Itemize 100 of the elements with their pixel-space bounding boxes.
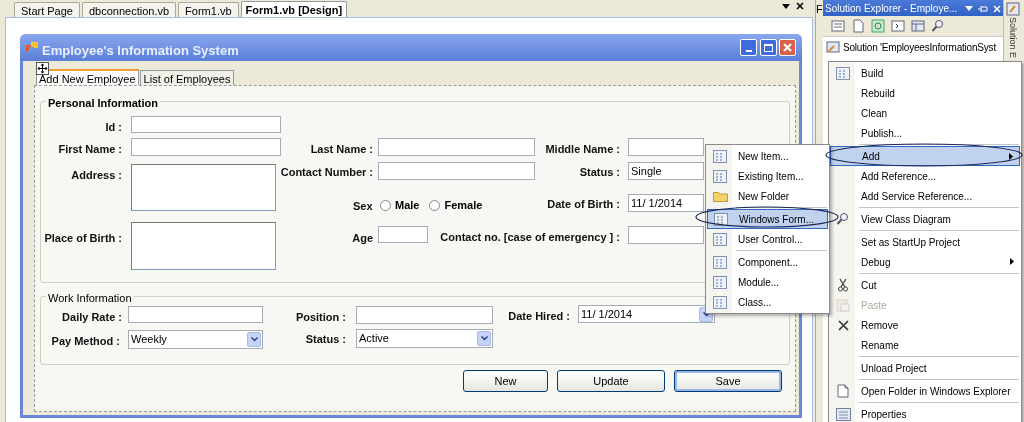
menu-item[interactable]: User Control... xyxy=(707,229,828,249)
folder-icon xyxy=(712,190,728,202)
field-label: First Name : xyxy=(58,142,122,157)
date-picker[interactable]: 11/ 1/2014 xyxy=(578,305,715,323)
field-label: Contact no. [case of emergency ] : xyxy=(440,230,620,245)
form-button[interactable]: Update xyxy=(557,370,665,392)
text-area[interactable] xyxy=(131,222,276,270)
menu-item[interactable]: Unload Project xyxy=(830,358,1020,378)
input-field[interactable] xyxy=(378,226,428,243)
maximize-button[interactable] xyxy=(760,39,777,56)
document-icon xyxy=(837,384,849,398)
grid-icon xyxy=(836,66,850,80)
close-icon[interactable] xyxy=(796,2,804,10)
app-icon xyxy=(26,42,38,53)
minimize-button[interactable] xyxy=(740,39,757,56)
input-field[interactable] xyxy=(378,138,535,156)
scissors-icon xyxy=(837,278,849,292)
menu-item[interactable]: Add Reference... xyxy=(830,166,1020,186)
radio-button[interactable] xyxy=(380,199,391,211)
field-label: Place of Birth : xyxy=(44,231,122,246)
input-field[interactable] xyxy=(131,116,281,133)
side-tab[interactable]: Solution E xyxy=(1007,17,1018,59)
menu-item[interactable]: Clean xyxy=(830,103,1020,123)
grid-icon xyxy=(713,295,727,309)
submenu-arrow-icon xyxy=(1010,258,1014,265)
menu-item[interactable]: New Folder xyxy=(707,186,828,206)
editor-tab[interactable]: Form1.vb [Design] xyxy=(240,1,348,17)
grid-icon xyxy=(713,169,727,183)
move-handle-icon[interactable] xyxy=(36,62,49,75)
menu-item[interactable]: Module... xyxy=(707,272,828,292)
input-field[interactable] xyxy=(131,138,281,156)
menu-item[interactable]: Existing Item... xyxy=(707,166,828,186)
menu-item[interactable]: New Item... xyxy=(707,146,828,166)
editor-tab[interactable]: Start Page xyxy=(14,2,80,17)
grid-icon xyxy=(713,149,727,163)
menu-item[interactable]: Rebuild xyxy=(830,83,1020,103)
side-tab[interactable]: F xyxy=(816,1,823,18)
cross-icon xyxy=(837,319,849,331)
menu-item[interactable]: Remove xyxy=(830,315,1020,335)
menu-item[interactable]: Properties xyxy=(830,404,1020,422)
field-label: Daily Rate : xyxy=(62,310,122,325)
clipboard-icon xyxy=(836,298,850,312)
field-label: Id : xyxy=(105,120,122,135)
menu-item[interactable]: Set as StartUp Project xyxy=(830,232,1020,252)
form-tab[interactable]: List of Employees xyxy=(139,70,235,85)
properties-icon xyxy=(835,407,851,421)
designer-icon[interactable] xyxy=(911,19,925,33)
radio-button[interactable] xyxy=(429,199,441,211)
menu-item[interactable]: Rename xyxy=(830,335,1020,355)
grid-icon xyxy=(714,212,728,226)
menu-item[interactable]: Build xyxy=(830,63,1020,83)
refresh-icon[interactable] xyxy=(871,19,885,33)
menu-item[interactable]: Cut xyxy=(830,275,1020,295)
code-icon[interactable] xyxy=(891,19,905,33)
menu-item[interactable]: Component... xyxy=(707,252,828,272)
menu-item[interactable]: Add xyxy=(830,146,1020,166)
window-title: Employee's Information System xyxy=(42,42,239,60)
dropdown-field[interactable]: Single xyxy=(628,162,704,180)
submenu-arrow-icon xyxy=(1009,153,1013,160)
magnifier-icon[interactable] xyxy=(931,19,945,33)
input-field[interactable] xyxy=(356,306,493,324)
form-button[interactable]: New xyxy=(463,370,548,392)
grid-icon xyxy=(713,275,727,289)
menu-item[interactable]: Debug xyxy=(830,252,1020,272)
properties-icon[interactable] xyxy=(831,19,845,33)
menu-item[interactable]: View Class Diagram xyxy=(830,209,1020,229)
field-value: Single xyxy=(631,163,662,179)
field-value: 11/ 1/2014 xyxy=(631,195,683,211)
input-field[interactable] xyxy=(378,162,535,180)
field-label: Last Name : xyxy=(310,142,373,157)
document-icon[interactable] xyxy=(851,19,865,33)
input-field[interactable] xyxy=(128,306,263,323)
input-field[interactable] xyxy=(628,138,704,156)
field-label: Status : xyxy=(579,165,620,180)
menu-item[interactable]: Open Folder in Windows Explorer xyxy=(830,381,1020,401)
input-field[interactable] xyxy=(628,226,704,244)
dropdown-field[interactable]: Active xyxy=(356,329,493,348)
form-button[interactable]: Save xyxy=(674,370,782,392)
editor-tab[interactable]: dbconnection.vb xyxy=(82,2,177,17)
grid-icon xyxy=(713,232,727,246)
field-label: Address : xyxy=(71,168,122,183)
field-label: Position : xyxy=(295,310,346,325)
menu-item[interactable]: Windows Form... xyxy=(707,209,828,229)
menu-item[interactable]: Publish... xyxy=(830,123,1020,143)
text-area[interactable] xyxy=(131,164,276,211)
close-button[interactable] xyxy=(779,39,796,56)
magnifier-icon xyxy=(836,212,850,226)
grid-icon xyxy=(713,255,727,269)
field-label: Status : xyxy=(305,332,346,347)
dropdown-icon[interactable] xyxy=(782,3,790,9)
pin-icon[interactable] xyxy=(978,4,988,13)
panel-title: Solution Explorer - Employe... xyxy=(825,2,958,15)
date-picker[interactable]: 11/ 1/2014 xyxy=(628,194,704,212)
dropdown-field[interactable]: Weekly xyxy=(128,330,263,349)
radio-label: Male xyxy=(395,198,420,213)
tree-item[interactable]: Solution 'EmployeesInformationSyst xyxy=(843,39,996,55)
menu-item[interactable]: Add Service Reference... xyxy=(830,186,1020,206)
field-label: Middle Name : xyxy=(545,142,620,157)
field-value: 11/ 1/2014 xyxy=(581,306,633,322)
editor-tab[interactable]: Form1.vb xyxy=(178,2,239,17)
